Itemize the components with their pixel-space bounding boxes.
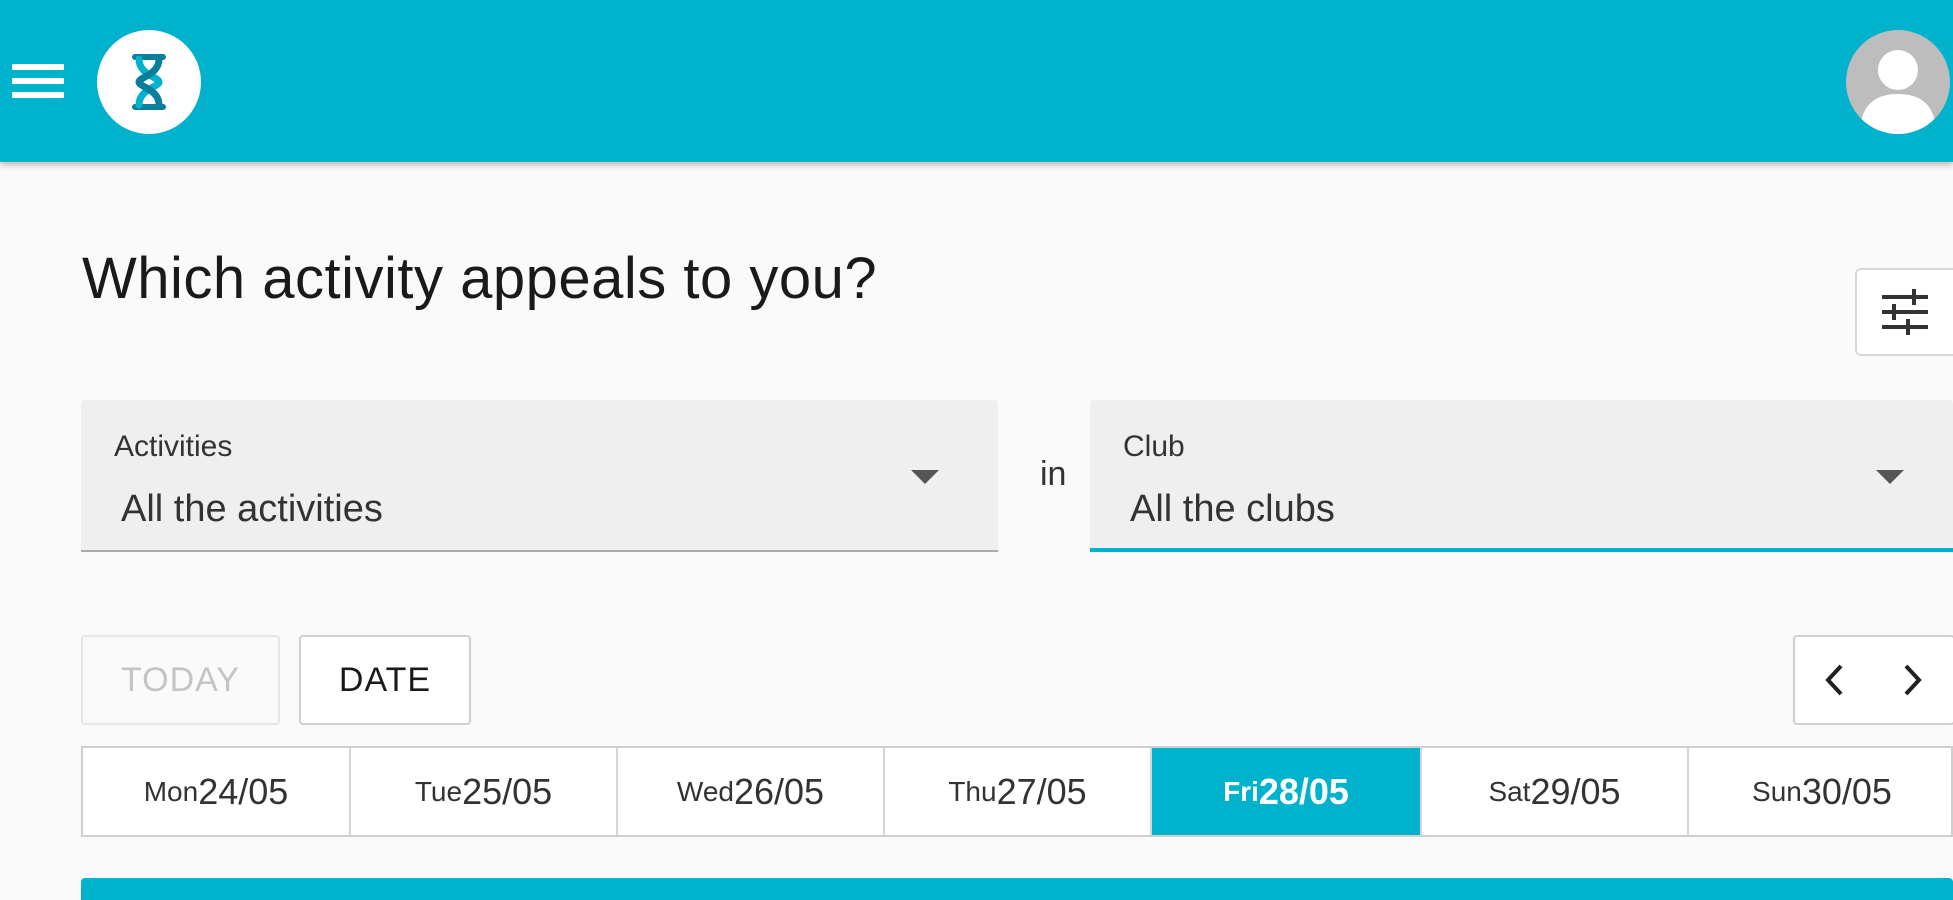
day-of-week-label: Sun [1752,775,1802,807]
page-title: Which activity appeals to you? [82,246,878,311]
day-tab-1[interactable]: Tue 25/05 [351,748,618,835]
day-of-week-label: Mon [143,775,199,807]
day-of-week-label: Tue [414,775,463,807]
activity-list-header-bar [81,878,1953,900]
day-date-label: 27/05 [996,770,1087,812]
top-app-bar [0,0,1953,162]
tune-sliders-icon [1882,289,1928,335]
caret-down-icon [911,470,939,484]
day-date-label: 29/05 [1530,770,1621,812]
activities-select[interactable]: Activities All the activities [81,400,998,552]
activities-select-value: All the activities [121,488,383,530]
day-tab-2[interactable]: Wed 26/05 [618,748,885,835]
day-selector-strip: Mon 24/05 Tue 25/05 Wed 26/05 Thu 27/05 Fri 28/05… [81,746,1953,837]
caret-down-icon [1876,470,1904,484]
day-date-label: 26/05 [733,770,825,812]
club-select-label: Club [1123,430,1185,463]
day-of-week-label: Wed [676,775,734,807]
day-date-label: 25/05 [462,770,553,812]
club-select[interactable]: Club All the clubs [1090,400,1953,552]
day-of-week-label: Sat [1488,775,1531,807]
day-tab-6[interactable]: Sun 30/05 [1689,748,1953,835]
day-of-week-label: Thu [948,775,997,807]
day-tab-0[interactable]: Mon 24/05 [83,748,351,835]
today-button[interactable]: TODAY [81,635,280,725]
next-week-button[interactable] [1873,635,1953,725]
day-tab-4[interactable]: Fri 28/05 [1152,748,1422,835]
filter-settings-button[interactable] [1855,268,1953,356]
in-connector-label: in [1040,455,1067,493]
chevron-left-icon [1825,664,1843,696]
chevron-right-icon [1904,664,1922,696]
activities-select-label: Activities [114,430,233,463]
user-avatar-icon[interactable] [1846,30,1950,134]
day-tab-5[interactable]: Sat 29/05 [1422,748,1689,835]
day-date-label: 28/05 [1258,770,1349,812]
day-date-label: 24/05 [198,770,289,812]
day-tab-3[interactable]: Thu 27/05 [885,748,1152,835]
day-date-label: 30/05 [1801,770,1892,812]
club-select-value: All the clubs [1130,488,1335,530]
previous-week-button[interactable] [1793,635,1875,725]
day-of-week-label: Fri [1223,775,1259,807]
hourglass-logo-icon[interactable] [97,30,201,134]
date-button[interactable]: DATE [299,635,471,725]
hamburger-menu-icon[interactable] [12,64,64,104]
